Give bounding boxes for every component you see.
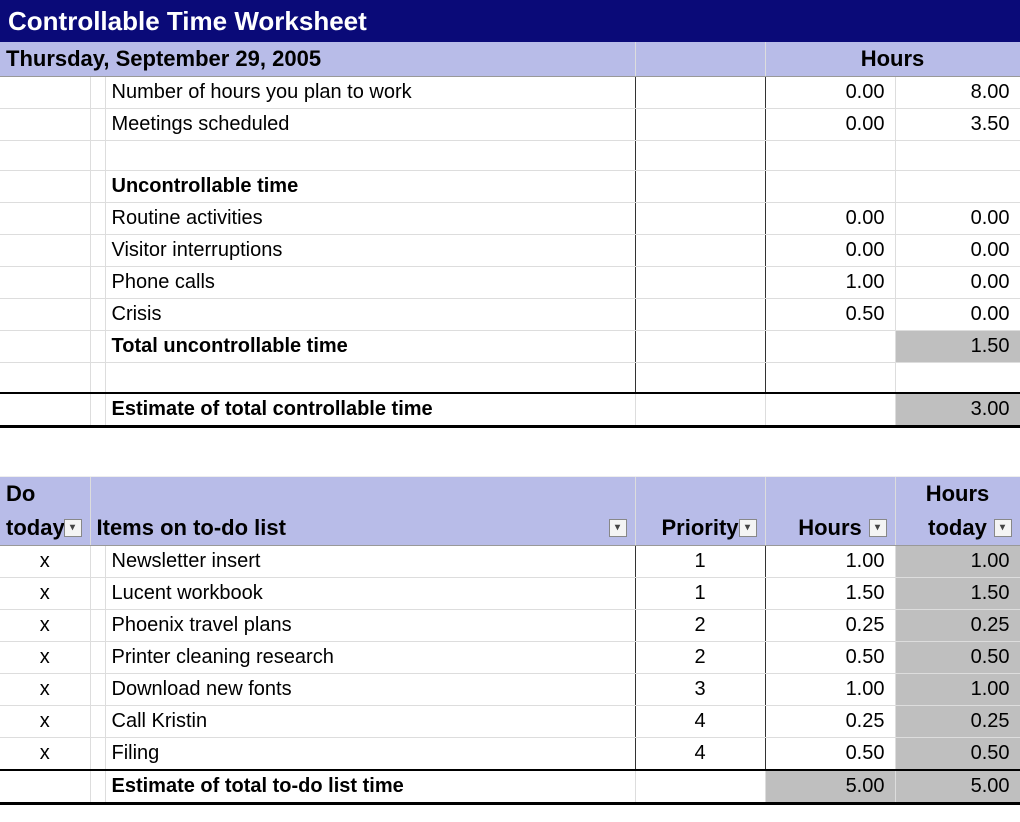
uncontrollable-heading[interactable]: Uncontrollable time	[105, 171, 635, 203]
cell-value[interactable]: 8.00	[895, 77, 1020, 109]
row-label[interactable]: Visitor interruptions	[105, 235, 635, 267]
hours-cell[interactable]: 0.25	[765, 705, 895, 737]
row-label[interactable]: Meetings scheduled	[105, 109, 635, 141]
estimate-todo-hours-today[interactable]: 5.00	[895, 770, 1020, 804]
todo-item[interactable]: Newsletter insert	[105, 545, 635, 577]
total-uncontrollable-value[interactable]: 1.50	[895, 331, 1020, 363]
cell-value[interactable]: 0.00	[765, 109, 895, 141]
hours-today-cell[interactable]: 0.25	[895, 609, 1020, 641]
todo-item[interactable]: Download new fonts	[105, 673, 635, 705]
priority-cell[interactable]: 4	[635, 737, 765, 770]
cell-value[interactable]: 0.50	[765, 299, 895, 331]
worksheet-table: Controllable Time Worksheet Thursday, Se…	[0, 0, 1020, 805]
priority-cell[interactable]: 2	[635, 609, 765, 641]
hours-today-header-line1: Hours	[895, 476, 1020, 511]
hours-today-cell[interactable]: 1.00	[895, 545, 1020, 577]
row-label[interactable]: Number of hours you plan to work	[105, 77, 635, 109]
table-row: x Lucent workbook 1 1.50 1.50	[0, 577, 1020, 609]
hours-today-cell[interactable]: 1.50	[895, 577, 1020, 609]
table-row: x Download new fonts 3 1.00 1.00	[0, 673, 1020, 705]
do-today-header-line1: Do	[0, 476, 90, 511]
do-today-cell[interactable]: x	[0, 641, 90, 673]
hours-cell[interactable]: 1.50	[765, 577, 895, 609]
do-today-cell[interactable]: x	[0, 577, 90, 609]
cell-value[interactable]: 0.00	[765, 77, 895, 109]
priority-cell[interactable]: 2	[635, 641, 765, 673]
table-row: x Phoenix travel plans 2 0.25 0.25	[0, 609, 1020, 641]
do-today-cell[interactable]: x	[0, 609, 90, 641]
hours-cell[interactable]: 1.00	[765, 673, 895, 705]
hours-cell[interactable]: 0.25	[765, 609, 895, 641]
cell-value[interactable]: 1.00	[765, 267, 895, 299]
priority-cell[interactable]: 4	[635, 705, 765, 737]
todo-item[interactable]: Phoenix travel plans	[105, 609, 635, 641]
hours-header: Hours	[765, 42, 1020, 77]
estimate-todo-label[interactable]: Estimate of total to-do list time	[105, 770, 635, 804]
filter-dropdown-icon[interactable]: ▾	[609, 519, 627, 537]
total-uncontrollable-label[interactable]: Total uncontrollable time	[105, 331, 635, 363]
items-header: Items on to-do list ▾	[90, 511, 635, 546]
hours-header-col: Hours ▾	[765, 511, 895, 546]
hours-today-cell[interactable]: 0.25	[895, 705, 1020, 737]
row-label[interactable]: Routine activities	[105, 203, 635, 235]
cell-value[interactable]: 0.00	[895, 203, 1020, 235]
cell-value[interactable]: 0.00	[895, 299, 1020, 331]
cell-value[interactable]: 0.00	[765, 203, 895, 235]
hours-today-cell[interactable]: 0.50	[895, 641, 1020, 673]
do-today-cell[interactable]: x	[0, 673, 90, 705]
estimate-controllable-label[interactable]: Estimate of total controllable time	[105, 393, 635, 427]
todo-item[interactable]: Filing	[105, 737, 635, 770]
cell-value[interactable]: 3.50	[895, 109, 1020, 141]
todo-item[interactable]: Lucent workbook	[105, 577, 635, 609]
do-today-header: today ▾	[0, 511, 90, 546]
table-row: x Call Kristin 4 0.25 0.25	[0, 705, 1020, 737]
hours-today-cell[interactable]: 1.00	[895, 673, 1020, 705]
cell-value[interactable]: 0.00	[895, 267, 1020, 299]
hours-cell[interactable]: 0.50	[765, 737, 895, 770]
row-label[interactable]: Crisis	[105, 299, 635, 331]
priority-header: Priority ▾	[635, 511, 765, 546]
cell-value[interactable]: 0.00	[895, 235, 1020, 267]
table-row: x Newsletter insert 1 1.00 1.00	[0, 545, 1020, 577]
do-today-cell[interactable]: x	[0, 737, 90, 770]
filter-dropdown-icon[interactable]: ▾	[994, 519, 1012, 537]
do-today-cell[interactable]: x	[0, 705, 90, 737]
estimate-controllable-value[interactable]: 3.00	[895, 393, 1020, 427]
hours-cell[interactable]: 1.00	[765, 545, 895, 577]
priority-cell[interactable]: 1	[635, 545, 765, 577]
priority-cell[interactable]: 1	[635, 577, 765, 609]
todo-item[interactable]: Call Kristin	[105, 705, 635, 737]
filter-dropdown-icon[interactable]: ▾	[869, 519, 887, 537]
table-row: x Printer cleaning research 2 0.50 0.50	[0, 641, 1020, 673]
hours-today-header: today ▾	[895, 511, 1020, 546]
filter-dropdown-icon[interactable]: ▾	[64, 519, 82, 537]
table-row: x Filing 4 0.50 0.50	[0, 737, 1020, 770]
filter-dropdown-icon[interactable]: ▾	[739, 519, 757, 537]
worksheet-title: Controllable Time Worksheet	[0, 0, 1020, 42]
date-header: Thursday, September 29, 2005	[0, 42, 635, 77]
todo-item[interactable]: Printer cleaning research	[105, 641, 635, 673]
row-label[interactable]: Phone calls	[105, 267, 635, 299]
estimate-todo-hours[interactable]: 5.00	[765, 770, 895, 804]
hours-today-cell[interactable]: 0.50	[895, 737, 1020, 770]
priority-cell[interactable]: 3	[635, 673, 765, 705]
do-today-cell[interactable]: x	[0, 545, 90, 577]
hours-cell[interactable]: 0.50	[765, 641, 895, 673]
cell-value[interactable]: 0.00	[765, 235, 895, 267]
